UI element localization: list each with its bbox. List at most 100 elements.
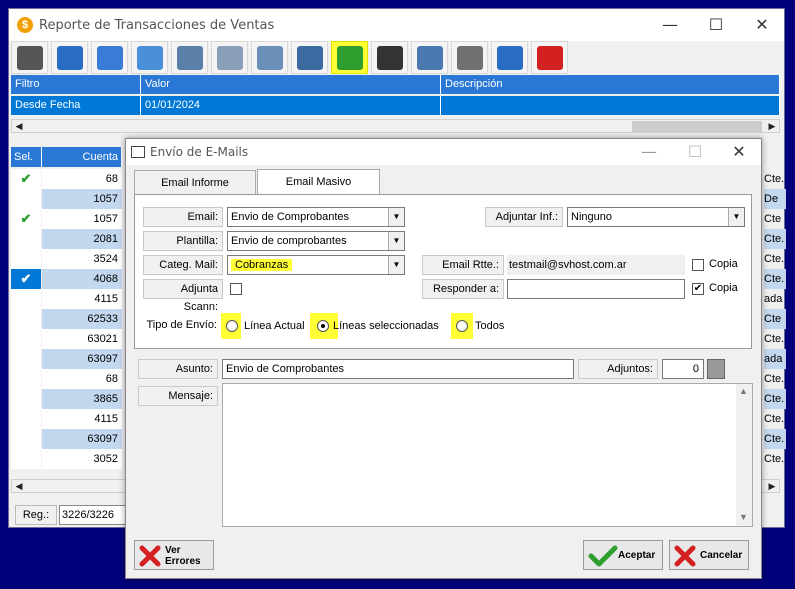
mensaje-textarea[interactable]: ▲ ▼: [222, 383, 753, 527]
dialog-minimize-button[interactable]: —: [626, 139, 672, 165]
table-row[interactable]: ✔ 68: [11, 169, 122, 189]
tab-email-informe[interactable]: Email Informe: [134, 170, 256, 194]
scroll-right-icon[interactable]: ▶: [765, 120, 779, 132]
close-button[interactable]: ✕: [739, 9, 785, 41]
chevron-up-icon[interactable]: ▲: [739, 386, 748, 396]
table-row[interactable]: 3052: [11, 449, 122, 469]
row-right-cell: Cte.: [764, 453, 785, 465]
toolbar-button-delete[interactable]: [531, 41, 568, 74]
row-select-checkmark[interactable]: [11, 409, 41, 429]
grid-header-cuenta[interactable]: Cuenta: [42, 147, 122, 167]
scroll-thumb[interactable]: [632, 121, 762, 132]
toolbar-button-columns[interactable]: [91, 41, 128, 74]
copia-responder-checkbox[interactable]: ✔: [692, 283, 704, 295]
mensaje-vscrollbar[interactable]: ▲ ▼: [736, 384, 752, 526]
tab-email-masivo[interactable]: Email Masivo: [257, 169, 380, 195]
table-row[interactable]: 4115: [11, 289, 122, 309]
email-label: Email:: [143, 207, 223, 227]
toolbar-button-sync[interactable]: [251, 41, 288, 74]
radio-linea-actual[interactable]: [226, 320, 238, 332]
filter-cell-filtro[interactable]: Desde Fecha: [11, 96, 141, 115]
chevron-down-icon[interactable]: ▼: [388, 208, 404, 226]
asunto-input[interactable]: Envio de Comprobantes: [222, 359, 574, 379]
table-row[interactable]: 2081: [11, 229, 122, 249]
chevron-down-icon[interactable]: ▼: [388, 232, 404, 250]
minimize-button[interactable]: —: [647, 9, 693, 41]
categ-mail-select[interactable]: Cobranzas ▼: [227, 255, 405, 275]
toolbar-button-calculator[interactable]: [371, 41, 408, 74]
filter-header-descripcion[interactable]: Descripción: [441, 75, 780, 94]
chevron-down-icon[interactable]: ▼: [739, 512, 748, 522]
table-row[interactable]: 4115: [11, 409, 122, 429]
cuenta-cell: 1057: [42, 209, 122, 229]
toolbar-button-books[interactable]: [291, 41, 328, 74]
table-row[interactable]: 63097: [11, 349, 122, 369]
toolbar-button-email[interactable]: [331, 41, 368, 74]
table-row[interactable]: 63021: [11, 329, 122, 349]
row-select-checkmark[interactable]: [11, 449, 41, 469]
ver-errores-button[interactable]: Ver Errores: [134, 540, 214, 570]
row-select-checkmark[interactable]: [11, 429, 41, 449]
aceptar-button[interactable]: Aceptar: [583, 540, 663, 570]
table-row[interactable]: 3865: [11, 389, 122, 409]
radio-lineas-seleccionadas[interactable]: [317, 320, 329, 332]
dialog-close-button[interactable]: ✕: [716, 139, 762, 165]
toolbar-button-link[interactable]: [411, 41, 448, 74]
document-icon: [216, 45, 243, 70]
toolbar-button-zoom-tool[interactable]: [11, 41, 48, 74]
row-select-checkmark[interactable]: ✔: [11, 169, 41, 189]
grid-header-sel[interactable]: Sel.: [11, 147, 42, 167]
toolbar-button-refresh[interactable]: [51, 41, 88, 74]
row-select-checkmark[interactable]: [11, 349, 41, 369]
toolbar-button-edit[interactable]: [491, 41, 528, 74]
toolbar-button-print[interactable]: [171, 41, 208, 74]
filter-cell-valor[interactable]: 01/01/2024: [141, 96, 441, 115]
table-row[interactable]: 1057: [11, 189, 122, 209]
scroll-left-icon[interactable]: ◀: [12, 120, 26, 132]
filter-cell-descripcion[interactable]: [441, 96, 780, 115]
adjuntar-inf-select[interactable]: Ninguno ▼: [567, 207, 745, 227]
row-right-cell: ada: [764, 349, 786, 369]
dialog-maximize-button[interactable]: ☐: [672, 139, 718, 165]
transactions-grid: Sel. Cuenta ✔ 68 1057 ✔ 1057 2081 3524 ✔ 4068 411…: [11, 147, 125, 469]
row-select-checkmark[interactable]: ✔: [11, 209, 41, 229]
copia-rtte-checkbox[interactable]: [692, 259, 704, 271]
chevron-down-icon[interactable]: ▼: [728, 208, 744, 226]
copia-responder-label: Copia: [709, 282, 738, 294]
scroll-right-icon[interactable]: ▶: [765, 480, 779, 492]
row-right-cell: Cte: [764, 309, 786, 329]
row-select-checkmark[interactable]: [11, 329, 41, 349]
row-select-checkmark[interactable]: [11, 369, 41, 389]
row-select-checkmark[interactable]: [11, 249, 41, 269]
maximize-button[interactable]: ☐: [693, 9, 739, 41]
record-count-value: 3226/3226: [59, 505, 129, 525]
table-row[interactable]: 62533: [11, 309, 122, 329]
row-select-checkmark[interactable]: [11, 309, 41, 329]
chevron-down-icon[interactable]: ▼: [388, 256, 404, 274]
row-select-checkmark[interactable]: [11, 189, 41, 209]
email-select[interactable]: Envio de Comprobantes ▼: [227, 207, 405, 227]
table-row[interactable]: ✔ 4068: [11, 269, 122, 289]
table-row[interactable]: 63097: [11, 429, 122, 449]
adjuntos-button[interactable]: [707, 359, 725, 379]
toolbar-button-scanner[interactable]: [451, 41, 488, 74]
table-row[interactable]: 68: [11, 369, 122, 389]
toolbar-button-export[interactable]: [131, 41, 168, 74]
email-select-value: Envio de Comprobantes: [231, 211, 350, 223]
responder-a-input[interactable]: [507, 279, 685, 299]
row-select-checkmark[interactable]: [11, 389, 41, 409]
filter-header-valor[interactable]: Valor: [141, 75, 441, 94]
adjunta-scann-checkbox[interactable]: [230, 283, 242, 295]
row-select-checkmark[interactable]: [11, 229, 41, 249]
toolbar-button-document[interactable]: [211, 41, 248, 74]
table-row[interactable]: 3524: [11, 249, 122, 269]
table-row[interactable]: ✔ 1057: [11, 209, 122, 229]
row-select-checkmark[interactable]: ✔: [11, 269, 41, 289]
row-select-checkmark[interactable]: [11, 289, 41, 309]
filter-header-filtro[interactable]: Filtro: [11, 75, 141, 94]
filter-hscrollbar[interactable]: ◀ ▶: [11, 119, 780, 133]
cancelar-button[interactable]: Cancelar: [669, 540, 749, 570]
radio-todos[interactable]: [456, 320, 468, 332]
plantilla-select[interactable]: Envio de comprobantes ▼: [227, 231, 405, 251]
scroll-left-icon[interactable]: ◀: [12, 480, 26, 492]
